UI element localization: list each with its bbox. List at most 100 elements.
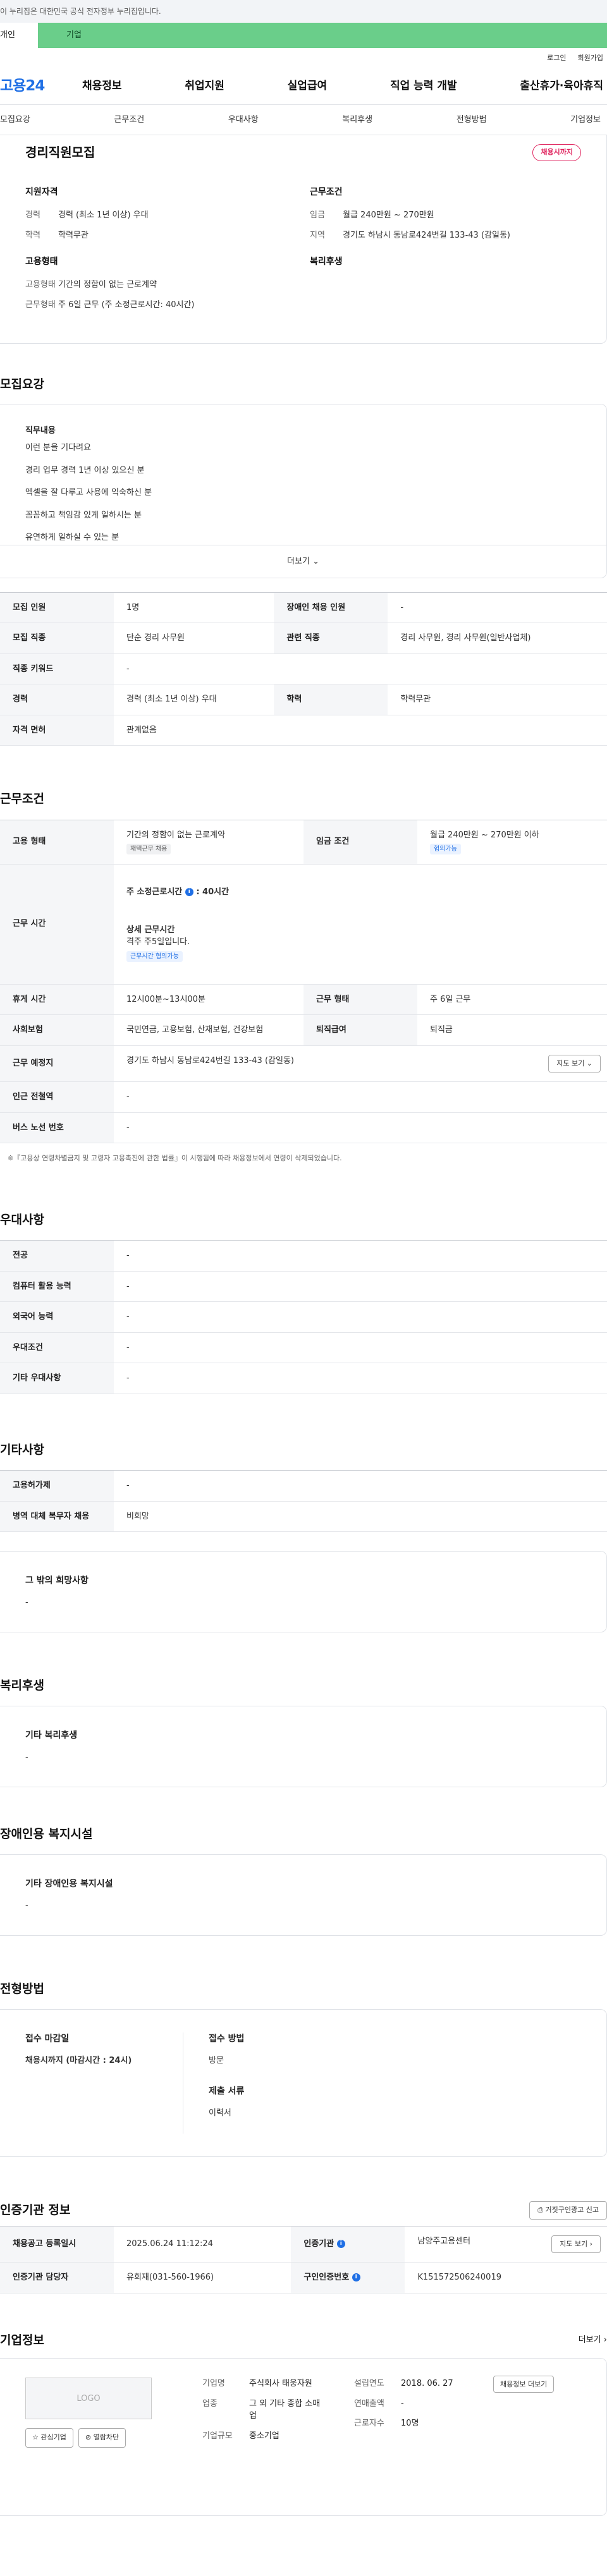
section-title-apply: 전형방법 [0,1981,44,1996]
hope-box: 그 밖의 희망사항 - [0,1551,607,1632]
user-type-tabs: 개인 기업 [0,23,607,48]
summary-wage: 임금 월급 240만원 ~ 270만원 [310,210,434,220]
more-button[interactable]: 더보기 ⌄ [0,544,606,578]
tab-company[interactable]: 기업 [38,23,607,48]
conditions-table: 고용 형태 기간의 정함이 없는 근로계약 재택근무 채용 임금 조건 월급 2… [0,819,607,1144]
table-row: 우대조건 - [0,1332,607,1363]
anchor-company[interactable]: 기업정보 [570,114,601,126]
table-row: 경력 경력 (최소 1년 이상) 우대 학력 학력무관 [0,684,607,715]
work-condition-title: 근무조건 [310,187,343,197]
summary-card: 경리직원모집 채용시까지 지원자격 경력 경력 (최소 1년 이상) 우대 학력 학… [0,135,607,344]
table-row: 자격 면허 관계없음 [0,715,607,746]
logo-number: 24 [25,78,45,95]
recruit-table: 모집 인원 1명 장애인 채용 인원 - 모집 직종 단순 경리 사무원 관련 직종 경… [0,592,607,746]
table-row: 버스 노선 번호 - [0,1112,607,1143]
duty-title: 직무내용 [25,425,56,435]
info-icon[interactable]: i [336,2240,345,2248]
table-row: 병역 대체 복무자 채용 비희망 [0,1501,607,1532]
duty-line: 경리 업무 경력 1년 이상 있으신 분 [25,465,145,475]
duty-line: 꼼꼼하고 책임감 있게 일하시는 분 [25,510,142,520]
gnb-item-vocational-training[interactable]: 직업 능력 개발 [390,78,457,95]
age-footnote: ※『고용상 연령차별금지 및 고령자 고용촉진에 관한 법률』이 시행됨에 따라… [8,1154,342,1162]
company-logo: LOGO [25,2378,152,2419]
summary-experience: 경력 경력 (최소 1년 이상) 우대 [25,210,149,220]
site-logo[interactable]: 고용24 [0,75,76,97]
duty-card: 직무내용 이런 분을 기다려요 경리 업무 경력 1년 이상 있으신 분 엑셀을… [0,403,607,578]
gnb-menu: 채용정보 취업지원 실업급여 직업 능력 개발 출산휴가·육아휴직 [76,78,607,95]
job-posting-page: 이 누리집은 대한민국 공식 전자정부 누리집입니다. 개인 기업 로그인 회원… [0,0,607,2576]
chevron-right-icon: › [603,2335,607,2345]
company-card: LOGO ☆ 관심기업 ⊘ 열람차단 기업명 주식회사 태웅자원 업종 그 외 기타… [0,2358,607,2516]
summary-region: 지역 경기도 하남시 동남로424번길 133-43 (감일동) [310,230,510,240]
table-row: 인증기관 담당자 유희재(031-560-1966) 구인인증번호 i K1515… [0,2262,607,2293]
main-navigation: 고용24 채용정보 취업지원 실업급여 직업 능력 개발 출산휴가·육아휴직 [0,68,607,105]
table-row: 컴퓨터 활용 능력 - [0,1271,607,1302]
gnb-item-unemployment-benefit[interactable]: 실업급여 [288,78,328,95]
favorite-company-button[interactable]: ☆ 관심기업 [25,2428,73,2448]
table-row: 근무 시간 주 소정근로시간 i : 40시간 상세 근무시간 격주 주5일입니… [0,864,607,985]
block-icon: ⊘ [85,2433,92,2441]
welfare-box: 기타 복리후생 - [0,1706,607,1787]
duty-list: 직무내용 이런 분을 기다려요 경리 업무 경력 1년 이상 있으신 분 엑셀을… [0,404,606,545]
summary-grid: 지원자격 경력 경력 (최소 1년 이상) 우대 학력 학력무관 근무조건 임금 월급… [0,186,595,319]
company-more-link[interactable]: 더보기 › [579,2334,607,2347]
duty-line: 엑셀을 잘 다루고 사용에 익숙하신 분 [25,488,152,497]
chevron-down-icon: ⌄ [312,556,319,566]
page-title: 경리직원모집 [25,145,95,160]
anchor-welfare[interactable]: 복리후생 [342,114,372,126]
section-title-agency: 인증기관 정보 [0,2203,71,2217]
negotiable-chip: 협의가능 [430,844,461,854]
hours-negotiable-chip: 근무시간 협의가능 [126,951,183,962]
report-button[interactable]: ⎙ 거짓구인광고 신고 [529,2201,607,2220]
deadline-badge: 채용시까지 [532,144,581,161]
qualification-title: 지원자격 [25,187,58,197]
star-icon: ☆ [32,2433,39,2441]
anchor-recruit[interactable]: 모집요강 [0,114,30,126]
signup-link[interactable]: 회원가입 [578,48,603,68]
table-row: 외국어 능력 - [0,1301,607,1333]
info-icon[interactable]: i [352,2273,360,2281]
section-anchor-bar: 모집요강 근무조건 우대사항 복리후생 전형방법 기업정보 [0,105,607,135]
section-title-conditions: 근무조건 [0,792,44,806]
preference-table: 전공 - 컴퓨터 활용 능력 - 외국어 능력 - 우대조건 - 기타 우대사항 - [0,1240,607,1394]
report-icon: ⎙ [537,2206,544,2214]
remote-chip: 재택근무 채용 [126,844,171,854]
duty-line: 유연하게 일하실 수 있는 분 [25,533,120,542]
table-row: 채용공고 등록일시 2025.06.24 11:12:24 인증기관 i 남양주고… [0,2225,607,2263]
anchor-conditions[interactable]: 근무조건 [114,114,144,126]
info-icon[interactable]: i [185,888,193,896]
summary-work-type: 근무형태 주 6일 근무 (주 소정근로시간: 40시간) [25,300,195,310]
login-link[interactable]: 로그인 [547,48,566,68]
map-button[interactable]: 지도 보기 ⌄ [548,1054,601,1072]
section-title-disabled-facility: 장애인용 복지시설 [0,1826,93,1841]
anchor-apply[interactable]: 전형방법 [457,114,487,126]
apply-box: 접수 마감일 채용시까지 (마감시간 : 24시) 접수 방법 방문 제출 서류… [0,2009,607,2157]
deadline-value: 채용시까지 (마감시간 : 24시) [25,2056,132,2065]
anchor-preference[interactable]: 우대사항 [228,114,259,126]
chevron-down-icon: ⌄ [586,1059,592,1067]
table-row: 인근 전철역 - [0,1081,607,1113]
section-title-company: 기업정보 [0,2333,44,2347]
summary-education: 학력 학력무관 [25,230,89,240]
table-row: 모집 직종 단순 경리 사무원 관련 직종 경리 사무원, 경리 사무원(일반사업체… [0,623,607,654]
gnb-item-parental-leave[interactable]: 출산휴가·육아휴직 [520,78,603,95]
utility-links: 로그인 회원가입 [0,48,607,68]
welfare-group: 복리후생 [310,255,594,319]
work-condition-group: 근무조건 임금 월급 240만원 ~ 270만원 지역 경기도 하남시 동남로424… [310,186,594,249]
agency-map-button[interactable]: 지도 보기 › [551,2235,601,2253]
duty-line: 이런 분을 기다려요 [25,443,91,453]
table-row: 전공 - [0,1240,607,1272]
block-company-button[interactable]: ⊘ 열람차단 [78,2428,126,2448]
tab-personal[interactable]: 개인 [0,23,38,48]
etc-table: 고용허가제 - 병역 대체 복무자 채용 비희망 [0,1470,607,1532]
employment-type-group: 고용형태 고용형태 기간의 정함이 없는 근로계약 근무형태 주 6일 근무 (주 … [25,255,310,319]
welfare-title: 복리후생 [310,257,343,267]
gnb-item-jobs[interactable]: 채용정보 [82,78,122,95]
summary-employment-type: 고용형태 기간의 정함이 없는 근로계약 [25,280,157,289]
table-row: 기타 우대사항 - [0,1363,607,1394]
section-title-welfare: 복리후생 [0,1678,44,1692]
table-row: 근무 예정지 경기도 하남시 동남로424번길 133-43 (감일동) 지도 … [0,1045,607,1082]
gnb-item-employment-support[interactable]: 취업지원 [185,78,224,95]
agency-table: 채용공고 등록일시 2025.06.24 11:12:24 인증기관 i 남양주고… [0,2225,607,2293]
company-jobs-button[interactable]: 채용정보 더보기 [493,2376,555,2393]
